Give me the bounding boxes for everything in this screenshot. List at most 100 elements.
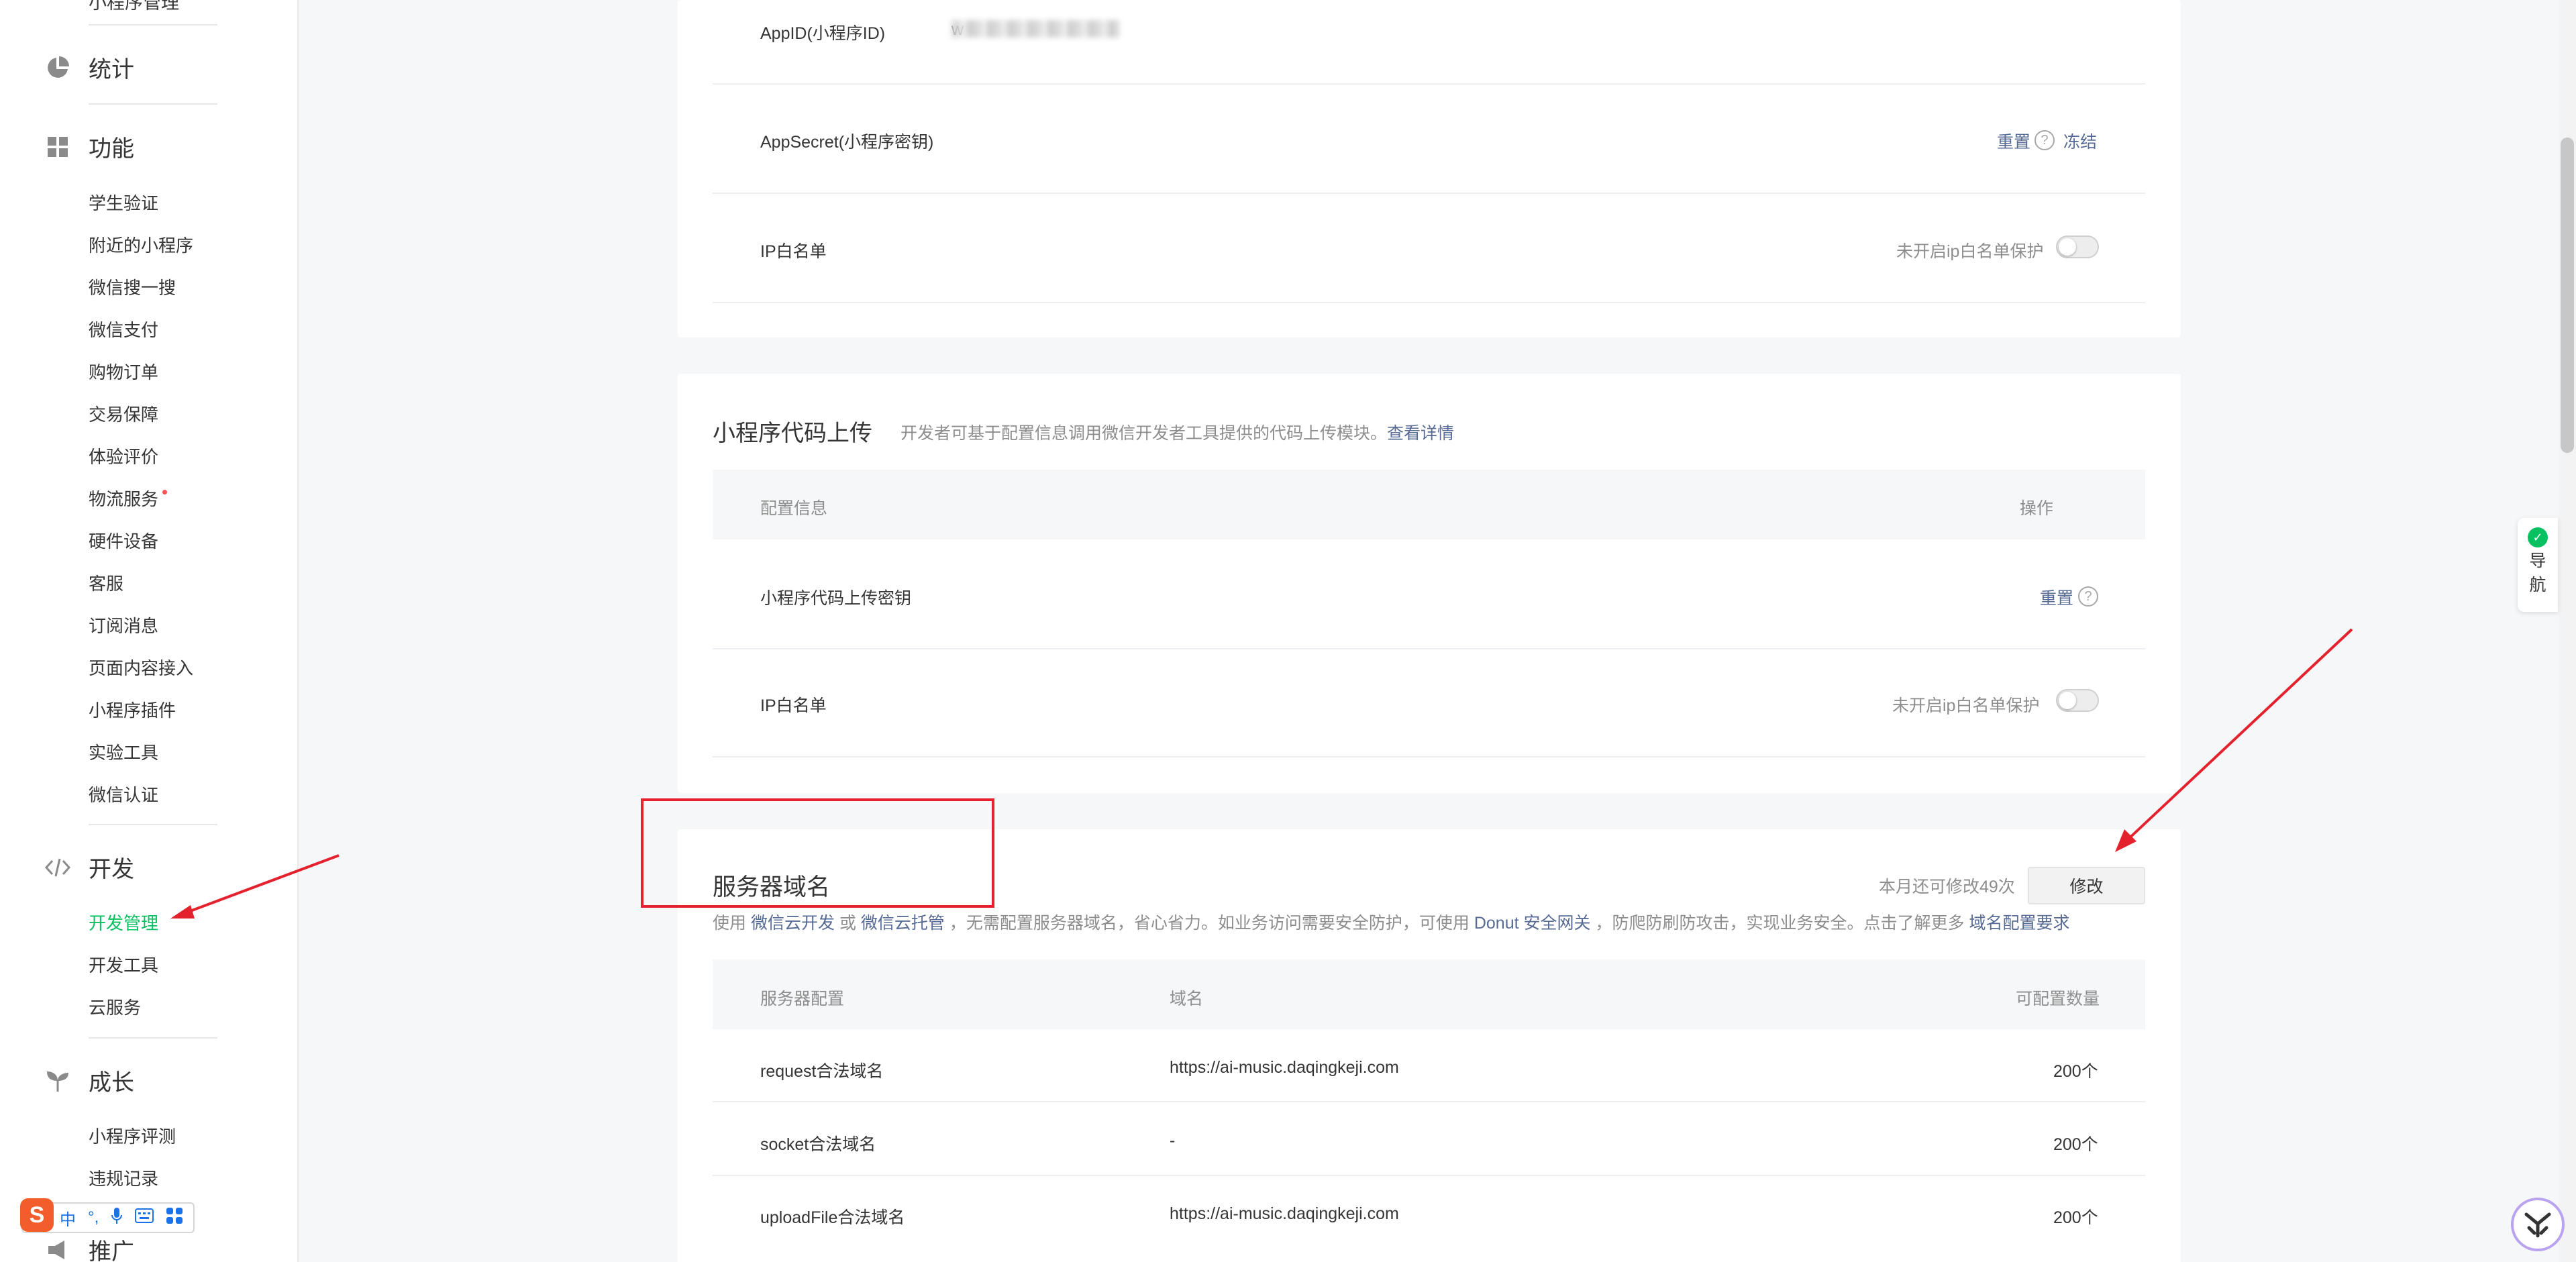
sidebar-item-nearby[interactable]: 附近的小程序: [89, 233, 193, 258]
sidebar-item-logistics[interactable]: 物流服务: [89, 487, 168, 511]
pie-chart-icon: [43, 53, 72, 83]
table-row-domain: https://ai-music.daqingkeji.com: [1170, 1058, 1399, 1077]
server-domain-table-header: [713, 959, 2145, 1029]
desc-text: ，无需配置服务器域名，省心省力。如业务访问需要安全防护，可使用: [949, 914, 1470, 933]
floating-nav-widget[interactable]: ✓ 导 航: [2518, 518, 2558, 612]
ip-whitelist-status: 未开启ip白名单保护: [1896, 242, 2044, 261]
sidebar: 小程序管理 统计 功能 学生验证 附近的小程序 微信搜一搜 微信支付 购物订单 …: [0, 0, 340, 1262]
megaphone-icon: [43, 1235, 72, 1262]
sidebar-item-subscribe[interactable]: 订阅消息: [89, 614, 158, 638]
sidebar-section-label: 统计: [89, 57, 134, 83]
sidebar-item-certify[interactable]: 微信认证: [89, 783, 158, 807]
annotation-highlight-box: [641, 798, 994, 908]
ime-punct-toggle[interactable]: °,: [88, 1208, 99, 1227]
server-domain-desc: 使用 微信云开发 或 微信云托管 ，无需配置服务器域名，省心省力。如业务访问需要…: [713, 910, 2069, 934]
annotation-arrow-left: [170, 854, 340, 918]
view-details-link[interactable]: 查看详情: [1387, 424, 1454, 443]
appid-label: AppID(小程序ID): [760, 24, 886, 43]
ime-toolbar[interactable]: S 中 °,: [20, 1198, 195, 1233]
apps-grid-icon[interactable]: [166, 1207, 183, 1229]
new-badge-dot: [162, 490, 168, 494]
assistant-logo-icon[interactable]: [2511, 1198, 2565, 1251]
upload-ip-label: IP白名单: [760, 696, 827, 715]
help-icon[interactable]: ?: [2034, 130, 2055, 150]
sidebar-item-lab[interactable]: 实验工具: [89, 741, 158, 765]
sidebar-item-label: 物流服务: [89, 489, 159, 509]
sidebar-item-orders[interactable]: 购物订单: [89, 360, 158, 384]
sidebar-section-growth[interactable]: 成长: [43, 1064, 134, 1097]
upload-key-reset-link[interactable]: 重置: [2040, 585, 2073, 609]
microphone-icon[interactable]: [111, 1207, 123, 1229]
ime-lang-toggle[interactable]: 中: [60, 1206, 76, 1230]
sidebar-item-plugins[interactable]: 小程序插件: [89, 698, 176, 723]
row-divider: [713, 1175, 2145, 1176]
th-server-config: 服务器配置: [760, 990, 845, 1008]
sidebar-section-features[interactable]: 功能: [43, 130, 134, 163]
sidebar-item-cut[interactable]: 小程序管理: [89, 0, 179, 14]
sidebar-item-guarantee[interactable]: 交易保障: [89, 403, 158, 427]
upload-ip-status: 未开启ip白名单保护: [1892, 696, 2040, 715]
appsecret-freeze-link[interactable]: 冻结: [2063, 129, 2097, 153]
sidebar-item-cloud[interactable]: 云服务: [89, 996, 141, 1020]
donut-gateway-link[interactable]: Donut 安全网关: [1474, 914, 1591, 933]
divider: [89, 1037, 217, 1039]
modify-remaining-count: 本月还可修改49次: [1879, 878, 2015, 896]
app-settings-card: [678, 0, 2181, 337]
th-config: 配置信息: [760, 499, 828, 518]
sidebar-section-dev[interactable]: 开发: [43, 851, 134, 884]
table-row-domain: -: [1170, 1131, 1176, 1150]
table-row-count: 200个: [2053, 1062, 2098, 1081]
appsecret-label: AppSecret(小程序密钥): [760, 133, 934, 152]
modify-button[interactable]: 修改: [2028, 867, 2145, 904]
desc-text: ，防爬防刷防攻击，实现业务安全。点击了解更多: [1595, 914, 1965, 933]
appsecret-reset-link[interactable]: 重置: [1997, 129, 2030, 153]
sidebar-item-review[interactable]: 体验评价: [89, 445, 158, 469]
sidebar-item-student-verify[interactable]: 学生验证: [89, 191, 158, 215]
desc-text: 或: [839, 914, 856, 933]
table-row-count: 200个: [2053, 1135, 2098, 1154]
sidebar-item-search[interactable]: 微信搜一搜: [89, 276, 176, 300]
sidebar-item-evaluation[interactable]: 小程序评测: [89, 1124, 176, 1149]
th-action: 操作: [2020, 499, 2054, 518]
divider: [89, 103, 217, 105]
divider: [89, 24, 217, 25]
table-row-domain: https://ai-music.daqingkeji.com: [1170, 1204, 1399, 1223]
sidebar-item-dev-tools[interactable]: 开发工具: [89, 953, 158, 978]
row-divider: [713, 193, 2145, 194]
sidebar-item-service[interactable]: 客服: [89, 572, 123, 596]
sprout-icon: [43, 1066, 72, 1096]
desc-text: 使用: [713, 914, 747, 933]
cloud-hosting-link[interactable]: 微信云托管: [861, 914, 945, 933]
row-divider: [713, 756, 2145, 757]
sidebar-item-dev-manage[interactable]: 开发管理: [89, 911, 158, 935]
sidebar-item-violations[interactable]: 违规记录: [89, 1167, 158, 1191]
upload-ip-toggle[interactable]: [2056, 689, 2099, 712]
th-domain: 域名: [1170, 990, 1204, 1008]
cloud-dev-link[interactable]: 微信云开发: [751, 914, 835, 933]
upload-key-label: 小程序代码上传密钥: [760, 589, 912, 608]
sidebar-item-hardware[interactable]: 硬件设备: [89, 529, 158, 554]
th-count: 可配置数量: [2016, 990, 2100, 1008]
sidebar-section-promo[interactable]: 推广: [43, 1233, 134, 1262]
sidebar-section-label: 推广: [89, 1239, 134, 1262]
keyboard-icon[interactable]: [135, 1208, 154, 1228]
row-divider: [713, 83, 2145, 85]
ip-whitelist-label: IP白名单: [760, 242, 827, 261]
code-upload-table-header: [713, 470, 2145, 539]
sidebar-section-label: 成长: [89, 1070, 134, 1096]
sidebar-item-content[interactable]: 页面内容接入: [89, 656, 193, 680]
table-row-name: request合法域名: [760, 1062, 884, 1081]
nav-label-1: 导: [2529, 551, 2546, 570]
scrollbar-thumb[interactable]: [2561, 138, 2574, 453]
code-upload-desc: 开发者可基于配置信息调用微信开发者工具提供的代码上传模块。查看详情: [900, 420, 1454, 444]
sidebar-section-stats[interactable]: 统计: [43, 51, 134, 84]
help-icon[interactable]: ?: [2078, 586, 2098, 607]
code-upload-desc-text: 开发者可基于配置信息调用微信开发者工具提供的代码上传模块。: [900, 424, 1388, 443]
sidebar-item-pay[interactable]: 微信支付: [89, 318, 158, 342]
row-divider: [713, 648, 2145, 649]
table-row-count: 200个: [2053, 1208, 2098, 1227]
row-divider: [713, 302, 2145, 303]
grid-icon: [43, 132, 72, 162]
domain-requirements-link[interactable]: 域名配置要求: [1969, 914, 2069, 933]
ip-whitelist-toggle[interactable]: [2056, 235, 2099, 258]
